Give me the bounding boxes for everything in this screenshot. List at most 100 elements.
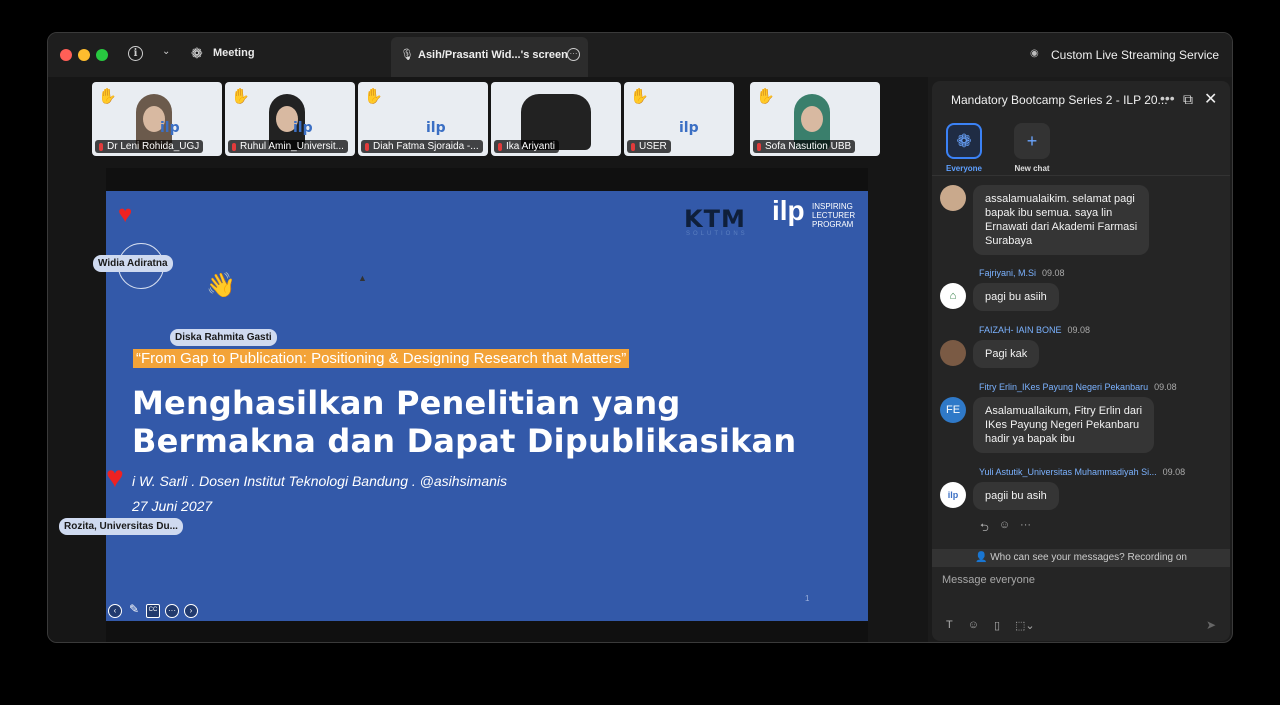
chevron-down-icon[interactable]: ⌄ [162,46,170,57]
message-bubble[interactable]: pagi bu asiih [973,283,1059,311]
message-line: hadir ya bapak ibu [985,433,1075,445]
raised-hand-icon: ✋ [231,88,250,105]
ilp-logo: ilp [293,120,313,136]
group-icon: ❁ [946,123,982,159]
participant-name: USER [627,140,671,153]
mic-muted-icon: 🎙 [400,49,414,61]
participant-tile[interactable]: ✋ ilp Dr Leni Rohida_UGJ [92,82,222,156]
format-text-icon[interactable]: T [946,619,953,632]
slide-date: 27 Juni 2027 [132,498,213,514]
message-bubble[interactable]: Pagi kak [973,340,1040,368]
screenshot-icon[interactable]: ⬚⌄ [1015,619,1035,632]
next-slide-icon[interactable]: › [184,604,198,618]
message-line: bapak ibu semua. saya lin [985,207,1113,219]
participant-tile[interactable]: ✋ ilp USER [624,82,734,156]
meeting-tab-label[interactable]: Meeting [213,47,255,59]
participant-tile[interactable]: ✋ Sofa Nasution UBB [750,82,880,156]
message-sender: Fajriyani, M.Si 09.08 [979,268,1065,278]
meeting-icon: ❁ [191,45,203,61]
chat-header: Mandatory Bootcamp Series 2 - ILP 20... … [932,81,1230,117]
maximize-window-button[interactable] [96,49,108,61]
sender-name: Fitry Erlin_IKes Payung Negeri Pekanbaru [979,382,1149,392]
reaction-name-tag: Widia Adiratna [93,255,173,272]
more-icon[interactable]: ••• [1160,90,1175,106]
chat-rooms: ❁ Everyone + New chat [944,123,1052,173]
ilp-text-line: PROGRAM [812,220,854,229]
message-list: assalamualaikim. selamat pagi bapak ibu … [932,177,1230,549]
more-icon[interactable]: ··· [1020,519,1031,538]
captions-icon[interactable]: CC [146,604,160,618]
avatar [940,185,966,211]
slide-title: Menghasilkan Penelitian yang Bermakna da… [132,384,796,460]
avatar [940,340,966,366]
previous-slide-icon[interactable]: ‹ [108,604,122,618]
sender-name: Yuli Astutik_Universitas Muhammadiyah Si… [979,467,1157,477]
shared-screen[interactable]: KTM SOLUTIONS ilp INSPIRING LECTURER PRO… [106,168,868,642]
divider [932,175,1230,176]
raised-hand-icon: ✋ [630,88,649,105]
message-time: 09.08 [1067,325,1091,335]
recording-notice[interactable]: 👤 Who can see your messages? Recording o… [932,549,1230,567]
info-icon[interactable]: i [128,46,143,61]
pen-icon[interactable]: ✎ [127,603,141,618]
compose-toolbar: T ☺ ▯ ⬚⌄ [946,619,1035,632]
message-line: assalamualaikim. selamat pagi [985,193,1135,205]
message-line: pagii bu asih [985,490,1047,502]
emoji-icon[interactable]: ☺ [968,619,979,632]
message-sender: Yuli Astutik_Universitas Muhammadiyah Si… [979,467,1185,477]
chat-panel: Mandatory Bootcamp Series 2 - ILP 20... … [932,81,1230,641]
participant-strip: ✋ ilp Dr Leni Rohida_UGJ ✋ ilp Ruhul Ami… [92,82,880,156]
message-time: 09.08 [1162,467,1186,477]
send-icon[interactable]: ➤ [1206,618,1216,632]
file-icon[interactable]: ▯ [994,619,1000,632]
more-icon[interactable]: ··· [165,604,179,618]
room-everyone[interactable]: ❁ Everyone [944,123,984,173]
message-line: Surabaya [985,235,1033,247]
ilp-text-line: INSPIRING [812,202,853,211]
sender-name: FAIZAH- IAIN BONE [979,325,1062,335]
message-input[interactable]: Message everyone [942,574,1035,586]
slide-controls: ‹ ✎ CC ··· › [108,603,198,618]
message-bubble[interactable]: assalamualaikim. selamat pagi bapak ibu … [973,185,1150,255]
message-line: IKes Payung Negeri Pekanbaru [985,419,1140,431]
participant-name: Diah Fatma Sjoraida -... [361,140,483,153]
more-options-icon[interactable]: ··· [567,48,580,61]
participant-tile[interactable]: Ika Ariyanti [491,82,621,156]
participant-tile[interactable]: ✋ ilp Diah Fatma Sjoraida -... [358,82,488,156]
meeting-stage: ✋ ilp Dr Leni Rohida_UGJ ✋ ilp Ruhul Ami… [48,77,928,642]
room-new-chat[interactable]: + New chat [1012,123,1052,173]
slide-title-line: Menghasilkan Penelitian yang [132,384,681,422]
avatar: ⌂ [940,283,966,309]
message-sender: FAIZAH- IAIN BONE 09.08 [979,325,1090,335]
participant-tile[interactable]: ✋ ilp Ruhul Amin_Universit... [225,82,355,156]
plus-icon: + [1014,123,1050,159]
close-window-button[interactable] [60,49,72,61]
reply-icon[interactable]: ⮌ [980,519,989,538]
participant-name: Sofa Nasution UBB [753,140,856,153]
title-bar: i ⌄ ❁ Meeting 🎙 Asih/Prasanti Wid...'s s… [48,33,1232,77]
participant-name: Ika Ariyanti [494,140,559,153]
ilp-logo: ilp [772,195,805,226]
reaction-name-tag: Rozita, Universitas Du... [59,518,183,535]
heart-reaction-icon: ♥ [118,201,133,228]
avatar: ilp [940,482,966,508]
presentation-slide: KTM SOLUTIONS ilp INSPIRING LECTURER PRO… [106,191,868,621]
recording-notice-text: Who can see your messages? Recording on [990,552,1187,563]
live-stream-label[interactable]: Custom Live Streaming Service [1051,48,1219,62]
participant-face [801,106,823,132]
sender-name: Fajriyani, M.Si [979,268,1037,278]
pop-out-icon[interactable]: ⧉ [1183,91,1193,108]
ilp-logo: ilp [679,120,699,136]
wave-reaction-icon: 👋 [206,272,236,299]
ilp-logo-text: INSPIRING LECTURER PROGRAM [812,202,855,229]
screen-share-tab[interactable]: 🎙 Asih/Prasanti Wid...'s screen ··· [391,37,588,77]
emoji-reaction-icon[interactable]: ☺ [999,519,1010,538]
minimize-window-button[interactable] [78,49,90,61]
message-line: Ernawati dari Akademi Farmasi [985,221,1138,233]
message-bubble[interactable]: Asalamuallaikum, Fitry Erlin dari IKes P… [973,397,1155,453]
close-icon[interactable]: ✕ [1204,89,1217,109]
message-bubble[interactable]: pagii bu asih [973,482,1059,510]
tile-gap [737,82,747,156]
participant-name: Dr Leni Rohida_UGJ [95,140,204,153]
raised-hand-icon: ✋ [98,88,117,105]
